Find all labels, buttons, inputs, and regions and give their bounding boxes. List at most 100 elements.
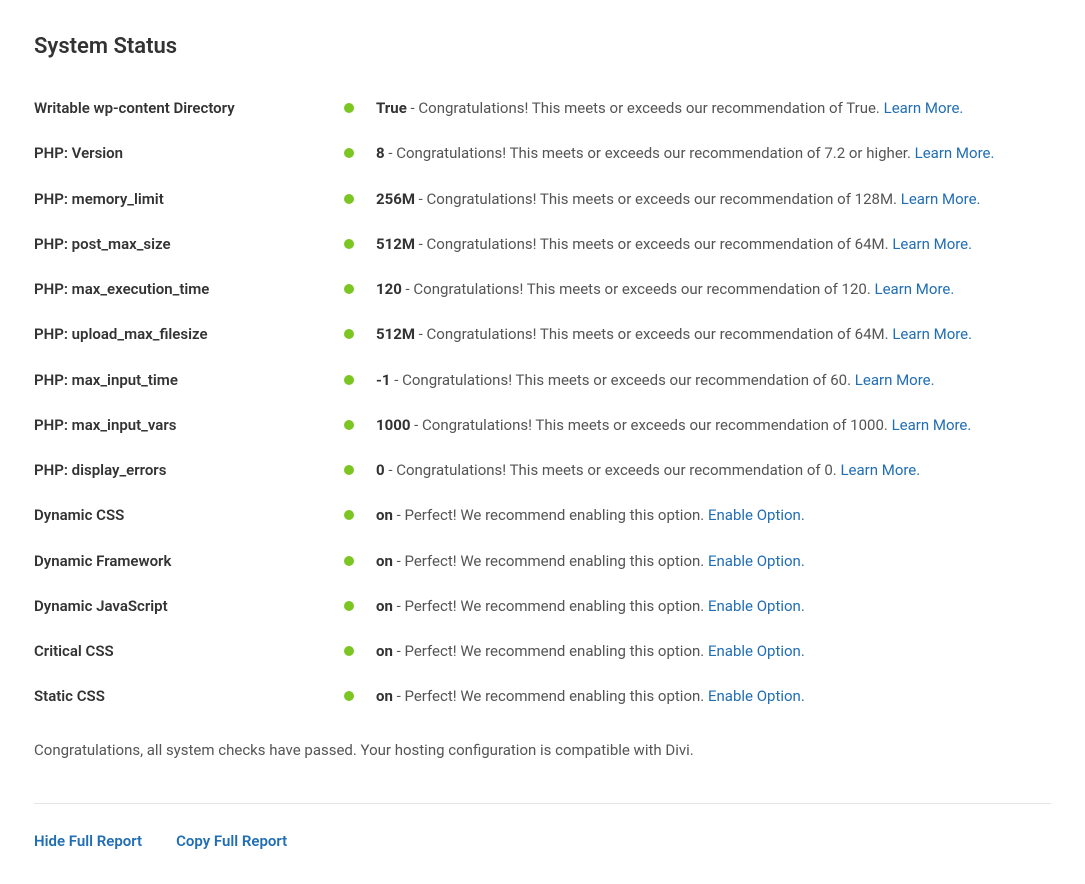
status-label: Static CSS bbox=[34, 685, 344, 708]
status-text: - Congratulations! This meets or exceeds… bbox=[415, 235, 892, 253]
status-value: 512M bbox=[376, 235, 415, 253]
status-link[interactable]: Learn More. bbox=[892, 325, 972, 343]
status-text: - Perfect! We recommend enabling this op… bbox=[393, 506, 708, 524]
status-label: Dynamic Framework bbox=[34, 550, 344, 573]
status-message: 512M - Congratulations! This meets or ex… bbox=[376, 233, 1051, 256]
divider bbox=[34, 803, 1051, 804]
status-link[interactable]: Learn More. bbox=[855, 371, 935, 389]
status-label: PHP: display_errors bbox=[34, 459, 344, 482]
status-message: 120 - Congratulations! This meets or exc… bbox=[376, 278, 1051, 301]
status-row: PHP: display_errors 0 - Congratulations! … bbox=[34, 459, 1051, 482]
copy-full-report-link[interactable]: Copy Full Report bbox=[176, 832, 287, 850]
status-ok-icon bbox=[344, 148, 354, 158]
status-text: - Perfect! We recommend enabling this op… bbox=[393, 552, 708, 570]
status-label: PHP: post_max_size bbox=[34, 233, 344, 256]
status-link[interactable]: Learn More. bbox=[875, 280, 955, 298]
status-link[interactable]: Learn More. bbox=[840, 461, 920, 479]
status-ok-icon bbox=[344, 420, 354, 430]
status-value: on bbox=[376, 687, 393, 705]
status-message: on - Perfect! We recommend enabling this… bbox=[376, 685, 1051, 708]
status-label: PHP: Version bbox=[34, 142, 344, 165]
status-row: PHP: post_max_size 512M - Congratulations… bbox=[34, 233, 1051, 256]
status-label: PHP: memory_limit bbox=[34, 188, 344, 211]
status-text: - Congratulations! This meets or exceeds… bbox=[402, 280, 875, 298]
status-ok-icon bbox=[344, 329, 354, 339]
status-list: Writable wp-content Directory True - Cong… bbox=[34, 97, 1051, 709]
status-ok-icon bbox=[344, 601, 354, 611]
status-label: PHP: max_input_vars bbox=[34, 414, 344, 437]
status-ok-icon bbox=[344, 239, 354, 249]
status-ok-icon bbox=[344, 556, 354, 566]
status-message: -1 - Congratulations! This meets or exce… bbox=[376, 369, 1051, 392]
status-row: Critical CSS on - Perfect! We recommend e… bbox=[34, 640, 1051, 663]
status-ok-icon bbox=[344, 465, 354, 475]
status-text: - Congratulations! This meets or exceeds… bbox=[385, 144, 915, 162]
status-text: - Congratulations! This meets or exceeds… bbox=[391, 371, 855, 389]
status-link[interactable]: Learn More. bbox=[901, 190, 981, 208]
page-title: System Status bbox=[34, 34, 1051, 59]
status-row: Dynamic Framework on - Perfect! We recomm… bbox=[34, 550, 1051, 573]
status-ok-icon bbox=[344, 284, 354, 294]
status-text: - Perfect! We recommend enabling this op… bbox=[393, 687, 708, 705]
status-value: 512M bbox=[376, 325, 415, 343]
status-label: PHP: max_execution_time bbox=[34, 278, 344, 301]
status-link[interactable]: Enable Option. bbox=[708, 597, 805, 615]
status-link[interactable]: Enable Option. bbox=[708, 642, 805, 660]
status-label: PHP: upload_max_filesize bbox=[34, 323, 344, 346]
status-link[interactable]: Learn More. bbox=[892, 416, 972, 434]
summary-message: Congratulations, all system checks have … bbox=[34, 741, 1051, 759]
status-row: PHP: upload_max_filesize 512M - Congratul… bbox=[34, 323, 1051, 346]
status-label: Critical CSS bbox=[34, 640, 344, 663]
status-label: Writable wp-content Directory bbox=[34, 97, 344, 120]
actions-bar: Hide Full Report Copy Full Report bbox=[34, 832, 1051, 850]
status-text: - Perfect! We recommend enabling this op… bbox=[393, 642, 708, 660]
status-message: on - Perfect! We recommend enabling this… bbox=[376, 640, 1051, 663]
status-ok-icon bbox=[344, 103, 354, 113]
status-row: Static CSS on - Perfect! We recommend ena… bbox=[34, 685, 1051, 708]
status-link[interactable]: Learn More. bbox=[915, 144, 995, 162]
status-row: PHP: max_execution_time 120 - Congratulat… bbox=[34, 278, 1051, 301]
status-ok-icon bbox=[344, 194, 354, 204]
status-value: True bbox=[376, 99, 407, 117]
hide-full-report-link[interactable]: Hide Full Report bbox=[34, 832, 142, 850]
status-row: PHP: max_input_vars 1000 - Congratulation… bbox=[34, 414, 1051, 437]
status-value: on bbox=[376, 506, 393, 524]
status-message: 512M - Congratulations! This meets or ex… bbox=[376, 323, 1051, 346]
status-row: PHP: memory_limit 256M - Congratulations!… bbox=[34, 188, 1051, 211]
status-value: on bbox=[376, 642, 393, 660]
status-label: PHP: max_input_time bbox=[34, 369, 344, 392]
status-row: PHP: Version 8 - Congratulations! This me… bbox=[34, 142, 1051, 165]
status-ok-icon bbox=[344, 375, 354, 385]
status-message: 256M - Congratulations! This meets or ex… bbox=[376, 188, 1051, 211]
status-ok-icon bbox=[344, 510, 354, 520]
status-value: 256M bbox=[376, 190, 415, 208]
status-message: 8 - Congratulations! This meets or excee… bbox=[376, 142, 1051, 165]
status-text: - Congratulations! This meets or exceeds… bbox=[415, 325, 892, 343]
status-value: 120 bbox=[376, 280, 402, 298]
status-row: Dynamic JavaScripton - Perfect! We recom… bbox=[34, 595, 1051, 618]
status-value: 8 bbox=[376, 144, 385, 162]
status-row: Writable wp-content Directory True - Cong… bbox=[34, 97, 1051, 120]
status-value: -1 bbox=[376, 371, 391, 389]
status-message: 0 - Congratulations! This meets or excee… bbox=[376, 459, 1051, 482]
status-value: on bbox=[376, 552, 393, 570]
status-link[interactable]: Learn More. bbox=[892, 235, 972, 253]
status-text: - Perfect! We recommend enabling this op… bbox=[393, 597, 708, 615]
status-row: Dynamic CSS on - Perfect! We recommend en… bbox=[34, 504, 1051, 527]
status-text: - Congratulations! This meets or exceeds… bbox=[415, 190, 901, 208]
status-label: Dynamic CSS bbox=[34, 504, 344, 527]
status-message: 1000 - Congratulations! This meets or ex… bbox=[376, 414, 1051, 437]
status-message: on - Perfect! We recommend enabling this… bbox=[376, 550, 1051, 573]
status-link[interactable]: Learn More. bbox=[884, 99, 964, 117]
status-message: on - Perfect! We recommend enabling this… bbox=[376, 504, 1051, 527]
status-text: - Congratulations! This meets or exceeds… bbox=[385, 461, 841, 479]
status-link[interactable]: Enable Option. bbox=[708, 506, 805, 524]
status-message: True - Congratulations! This meets or ex… bbox=[376, 97, 1051, 120]
status-text: - Congratulations! This meets or exceeds… bbox=[410, 416, 891, 434]
status-link[interactable]: Enable Option. bbox=[708, 687, 805, 705]
status-link[interactable]: Enable Option. bbox=[708, 552, 805, 570]
status-row: PHP: max_input_time -1 - Congratulations!… bbox=[34, 369, 1051, 392]
status-value: on bbox=[376, 597, 393, 615]
status-ok-icon bbox=[344, 646, 354, 656]
status-value: 1000 bbox=[376, 416, 410, 434]
